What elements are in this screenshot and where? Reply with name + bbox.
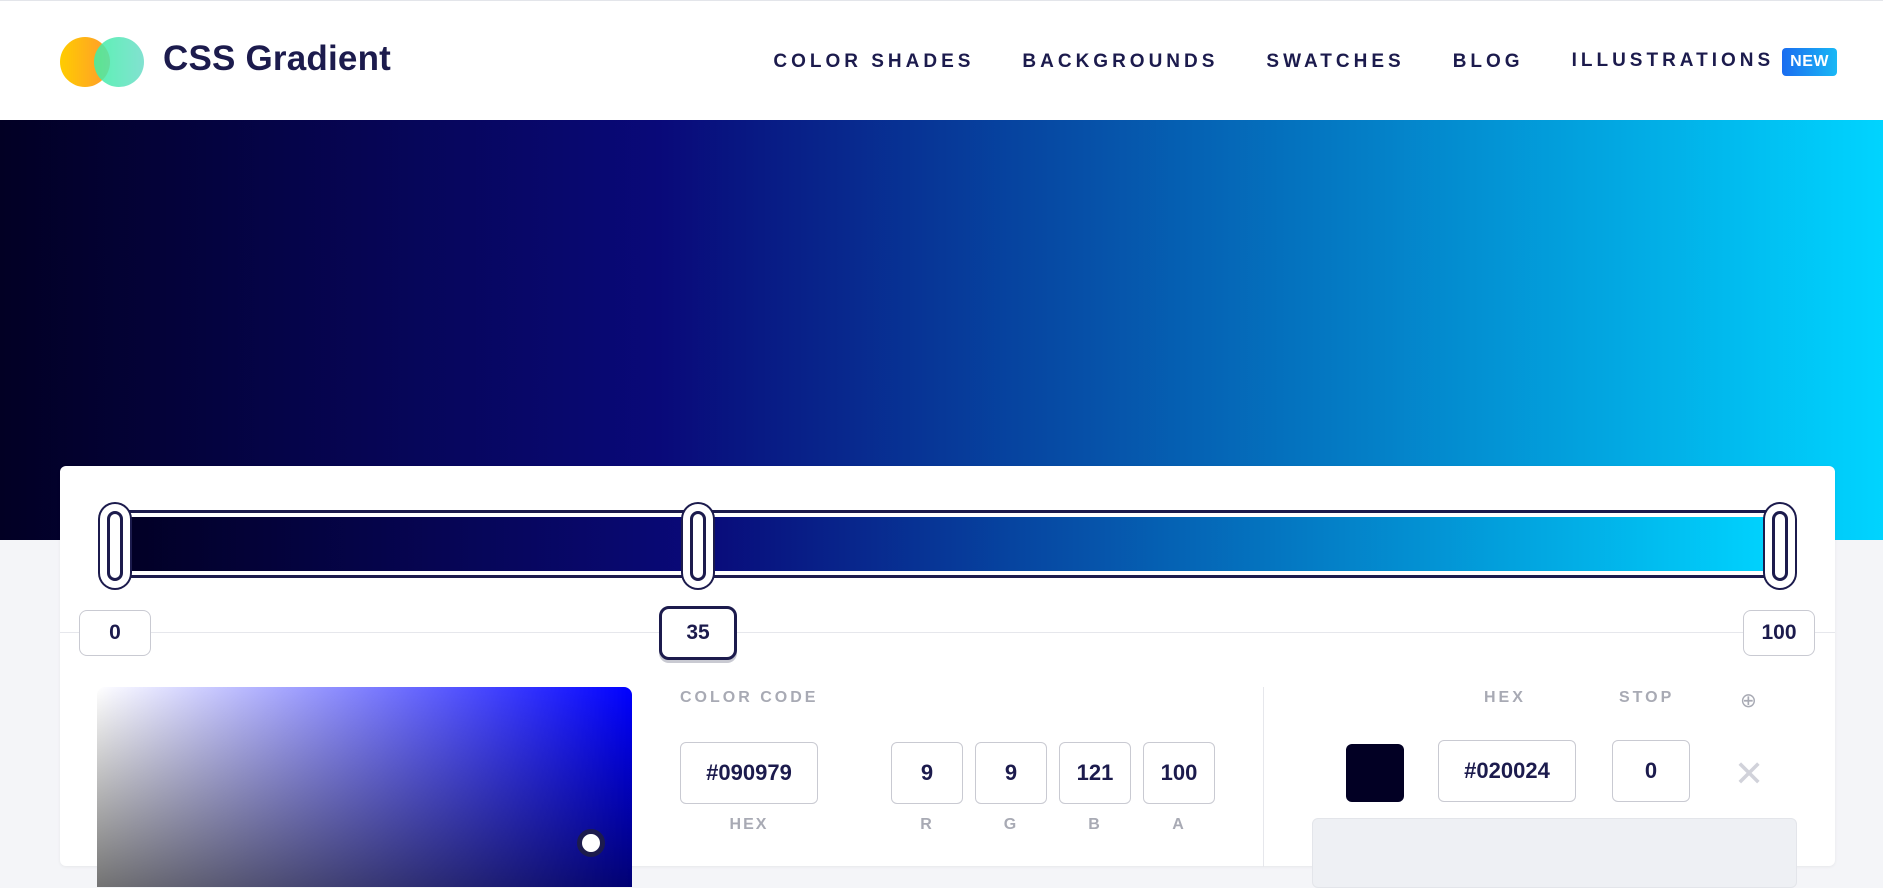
nav-backgrounds[interactable]: BACKGROUNDS bbox=[1022, 51, 1218, 73]
stop-position-input[interactable]: 0 bbox=[1612, 740, 1690, 802]
logo-icon[interactable] bbox=[60, 37, 144, 87]
top-navigation: CSS Gradient COLOR SHADES BACKGROUNDS SW… bbox=[0, 0, 1883, 120]
alpha-input[interactable]: 100 bbox=[1143, 742, 1215, 804]
stops-stop-header: STOP bbox=[1619, 689, 1675, 706]
alpha-label: A bbox=[1172, 816, 1186, 833]
logo-circle-green bbox=[94, 37, 144, 87]
nav-color-shades[interactable]: COLOR SHADES bbox=[773, 51, 974, 73]
nav-links: COLOR SHADES BACKGROUNDS SWATCHES BLOG I… bbox=[725, 48, 1837, 76]
red-label: R bbox=[920, 816, 934, 833]
picker-knob[interactable] bbox=[577, 829, 605, 857]
gradient-slider-fill bbox=[117, 517, 1778, 571]
stop-handle-grip bbox=[1772, 511, 1788, 581]
nav-illustrations-label: ILLUSTRATIONS bbox=[1571, 50, 1775, 71]
stop-hex-input[interactable]: #020024 bbox=[1438, 740, 1576, 802]
blue-label: B bbox=[1088, 816, 1102, 833]
nav-blog[interactable]: BLOG bbox=[1453, 51, 1524, 73]
blue-input[interactable]: 121 bbox=[1059, 742, 1131, 804]
gradient-editor-panel: 0 35 100 COLOR CODE #090979 HEX 9 9 121 … bbox=[60, 466, 1835, 888]
stop-handle-100[interactable] bbox=[1765, 504, 1795, 588]
gradient-slider-track[interactable] bbox=[110, 510, 1785, 578]
stop-row-active[interactable] bbox=[1312, 818, 1797, 888]
stop-handle-35[interactable] bbox=[683, 504, 713, 588]
nav-illustrations[interactable]: ILLUSTRATIONS NEW bbox=[1572, 48, 1837, 76]
target-icon[interactable]: ⊕ bbox=[1740, 688, 1757, 713]
picker-shade bbox=[97, 687, 632, 887]
stop-position-0[interactable]: 0 bbox=[79, 610, 151, 656]
stop-position-100[interactable]: 100 bbox=[1743, 610, 1815, 656]
stop-handle-grip bbox=[107, 511, 123, 581]
nav-swatches[interactable]: SWATCHES bbox=[1266, 51, 1404, 73]
section-divider bbox=[1263, 687, 1264, 867]
hex-label: HEX bbox=[729, 816, 769, 833]
stop-handle-0[interactable] bbox=[100, 504, 130, 588]
new-badge: NEW bbox=[1782, 48, 1837, 76]
color-code-label: COLOR CODE bbox=[680, 689, 819, 706]
stop-handle-grip bbox=[690, 511, 706, 581]
red-input[interactable]: 9 bbox=[891, 742, 963, 804]
stop-color-swatch[interactable] bbox=[1346, 744, 1404, 802]
green-input[interactable]: 9 bbox=[975, 742, 1047, 804]
stop-divider bbox=[60, 632, 1835, 633]
hex-input[interactable]: #090979 bbox=[680, 742, 818, 804]
stop-position-35[interactable]: 35 bbox=[659, 606, 737, 660]
stops-hex-header: HEX bbox=[1484, 689, 1526, 706]
green-label: G bbox=[1003, 816, 1019, 833]
brand-name[interactable]: CSS Gradient bbox=[163, 39, 391, 79]
color-picker-area[interactable] bbox=[97, 687, 632, 887]
close-icon[interactable]: ✕ bbox=[1734, 756, 1764, 792]
